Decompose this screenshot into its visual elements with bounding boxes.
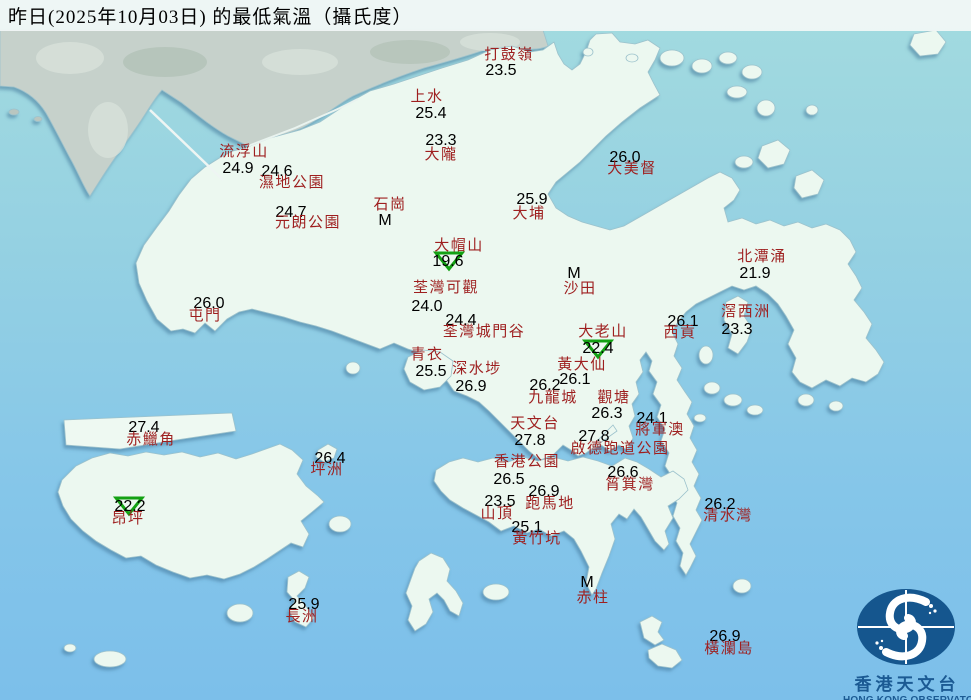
station-name: 天文台: [510, 417, 560, 432]
station-value: 24.9: [222, 161, 253, 177]
station-name: 滘西洲: [721, 305, 771, 320]
station-value: 27.8: [514, 433, 545, 449]
station-name: 山頂: [480, 507, 513, 522]
station-name: 石崗: [373, 198, 406, 213]
station-name: 黃大仙: [557, 358, 607, 373]
station-value: 21.9: [739, 266, 770, 282]
station-value: M: [378, 213, 391, 229]
station-name: 大埔: [512, 207, 545, 222]
station-name: 荃灣可觀: [413, 281, 479, 296]
station-layer: 23.5打鼓嶺25.4上水23.3大隴24.9流浮山24.6濕地公園24.7元朗…: [0, 0, 971, 700]
station-name: 屯門: [188, 309, 221, 324]
station-name: 九龍城: [528, 391, 578, 406]
station-name: 元朗公園: [275, 216, 341, 231]
station-name: 觀塘: [597, 391, 630, 406]
station-name: 赤鱲角: [126, 433, 176, 448]
station-name: 大老山: [578, 325, 628, 340]
station-value: M: [567, 266, 580, 282]
station-name: 流浮山: [219, 145, 269, 160]
station-value: 26.9: [455, 379, 486, 395]
station-name: 北潭涌: [737, 250, 787, 265]
station-name: 香港公園: [494, 455, 560, 470]
station-name: 濕地公園: [259, 176, 325, 191]
hko-logo-icon: [843, 586, 971, 670]
station-name: 清水灣: [703, 509, 753, 524]
station-name: 大隴: [424, 148, 457, 163]
station-name: 橫瀾島: [704, 642, 754, 657]
station-name: 赤柱: [576, 591, 609, 606]
hko-logo-title-en: HONG KONG OBSERVATORY: [843, 695, 971, 700]
station-name: 荃灣城門谷: [443, 325, 526, 340]
station-value: M: [580, 575, 593, 591]
station-value: 25.5: [415, 364, 446, 380]
station-name: 大美督: [607, 162, 657, 177]
station-name: 沙田: [563, 282, 596, 297]
station-name: 深水埗: [452, 362, 502, 377]
station-name: 坪洲: [310, 463, 343, 478]
station-name: 青衣: [410, 348, 443, 363]
station-name: 跑馬地: [525, 497, 575, 512]
hko-logo: 香港天文台 HONG KONG OBSERVATORY: [843, 586, 971, 700]
station-value: 19.6: [432, 254, 463, 270]
station-name: 黃竹坑: [512, 532, 562, 547]
station-name: 將軍澳: [635, 423, 685, 438]
station-value: 26.1: [559, 372, 590, 388]
station-name: 打鼓嶺: [484, 48, 534, 63]
station-value: 22.4: [582, 341, 613, 357]
station-name: 上水: [410, 90, 443, 105]
map-title: 昨日(2025年10月03日) 的最低氣溫（攝氏度）: [8, 2, 412, 29]
station-name: 昂坪: [111, 512, 144, 527]
station-value: 26.5: [493, 472, 524, 488]
title-bar: 昨日(2025年10月03日) 的最低氣溫（攝氏度）: [0, 0, 971, 31]
station-value: 23.5: [485, 63, 516, 79]
station-name: 筲箕灣: [605, 478, 655, 493]
station-value: 23.3: [721, 322, 752, 338]
station-value: 25.4: [415, 106, 446, 122]
station-name: 西貢: [663, 326, 696, 341]
hko-min-temp-map: 昨日(2025年10月03日) 的最低氣溫（攝氏度） 23.5打鼓嶺 25.4上水…: [0, 0, 971, 700]
station-value: 24.0: [411, 299, 442, 315]
station-value: 26.3: [591, 406, 622, 422]
hko-logo-title-zh: 香港天文台: [843, 676, 971, 695]
station-name: 大帽山: [434, 239, 484, 254]
station-name: 啟德跑道公園: [570, 442, 669, 457]
station-name: 長洲: [285, 610, 318, 625]
